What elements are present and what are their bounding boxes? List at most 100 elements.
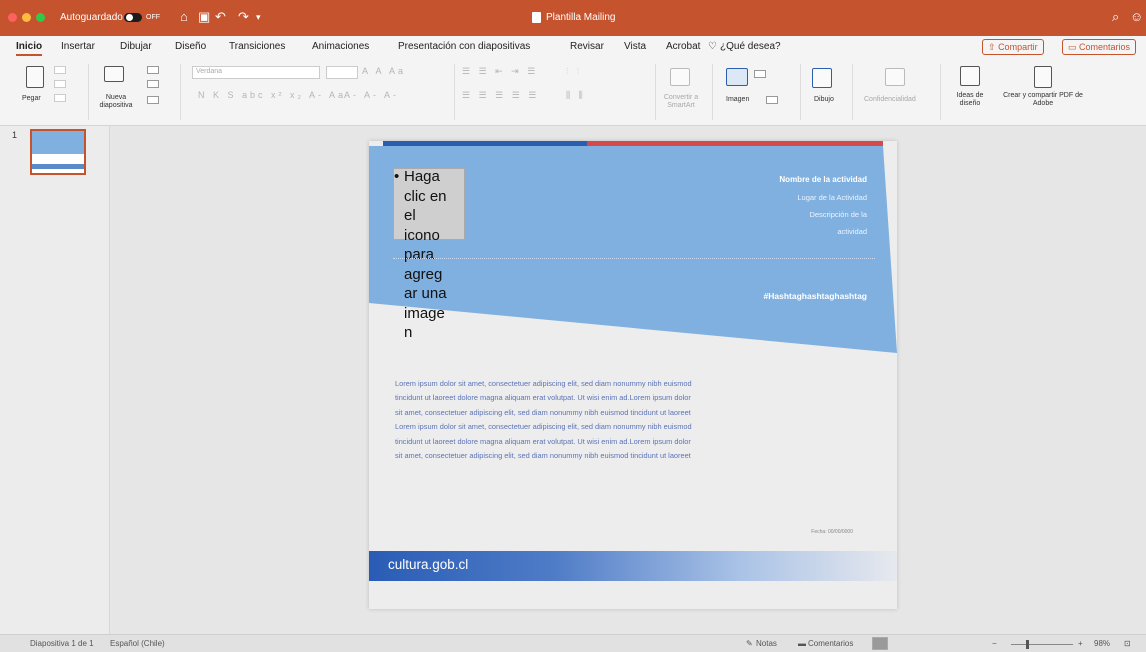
share-button[interactable]: ⇧ Compartir [982, 39, 1044, 55]
divider [655, 64, 656, 120]
placeholder-line: para [404, 246, 435, 263]
tab-revisar[interactable]: Revisar [570, 41, 604, 52]
footer-url[interactable]: cultura.gob.cl [388, 557, 468, 572]
zoom-level[interactable]: 98% [1094, 639, 1110, 648]
tell-me-search[interactable]: ¿Qué desea? [720, 41, 781, 52]
textbox-icon[interactable] [766, 96, 778, 104]
activity-name[interactable]: Nombre de la actividad [779, 175, 867, 184]
zoom-slider-track[interactable] [1011, 644, 1073, 645]
layout-icon[interactable] [147, 66, 159, 74]
activity-description[interactable]: Descripción de la [809, 210, 867, 219]
create-pdf-label[interactable]: Crear y compartir PDF de Adobe [1000, 92, 1086, 108]
divider [88, 64, 89, 120]
tab-dibujar[interactable]: Dibujar [120, 41, 152, 52]
tab-inicio[interactable]: Inicio [16, 41, 43, 56]
zoom-slider-knob[interactable] [1026, 640, 1029, 649]
font-size-field[interactable] [326, 66, 358, 79]
shapes-icon[interactable] [754, 70, 766, 78]
design-ideas-label[interactable]: Ideas de diseño [950, 92, 990, 108]
lightbulb-icon: ♡ [708, 41, 717, 52]
placeholder-line: clic en [404, 187, 447, 205]
draw-label[interactable]: Dibujo [814, 96, 834, 104]
redo-icon[interactable]: ↷ [238, 10, 249, 24]
font-color-icons[interactable]: A- A- A- [344, 90, 399, 100]
tab-animaciones[interactable]: Animaciones [312, 41, 369, 52]
maximize-window-button[interactable] [36, 13, 45, 22]
reset-icon[interactable] [147, 80, 159, 88]
tab-diseno[interactable]: Diseño [175, 41, 206, 52]
title-bar: Autoguardado OFF ⌂ ▣ ↶ ↷ ▾ Plantilla Mai… [0, 0, 1146, 36]
search-icon[interactable]: ⌕ [1112, 10, 1119, 24]
customize-toolbar-icon[interactable]: ▾ [256, 10, 261, 24]
section-icon[interactable] [147, 96, 159, 104]
comments-icon[interactable]: ▬ [798, 639, 806, 648]
fit-to-window-icon[interactable]: ⊡ [1124, 639, 1131, 648]
adobe-pdf-icon[interactable] [1034, 66, 1052, 88]
slide[interactable]: • Haga clic en el icono para agreg ar un… [369, 141, 897, 609]
divider [800, 64, 801, 120]
reading-view-button[interactable] [916, 637, 932, 650]
tab-transiciones[interactable]: Transiciones [229, 41, 285, 52]
hashtag-text[interactable]: #Hashtaghashtaghashtag [764, 291, 867, 301]
copy-icon[interactable] [54, 80, 66, 88]
image-icon[interactable] [726, 68, 748, 86]
confidentiality-label[interactable]: Confidencialidad [864, 96, 916, 104]
thumbnail-number: 1 [12, 130, 18, 140]
tab-presentacion[interactable]: Presentación con diapositivas [398, 41, 530, 52]
normal-view-button[interactable] [872, 637, 888, 650]
columns-icons[interactable]: ⫼ ⫼ [566, 90, 586, 101]
account-icon[interactable]: ☺ [1130, 10, 1143, 24]
save-icon[interactable]: ▣ [198, 10, 210, 24]
autosave-toggle[interactable] [124, 13, 142, 22]
language-indicator[interactable]: Español (Chile) [110, 639, 165, 648]
cut-icon[interactable] [54, 66, 66, 74]
status-bar: Diapositiva 1 de 1 Español (Chile) ✎ Not… [0, 634, 1146, 652]
comments-button[interactable]: ▭ Comentarios [1062, 39, 1137, 55]
new-slide-label[interactable]: Nueva diapositiva [96, 94, 136, 110]
divider [852, 64, 853, 120]
minimize-window-button[interactable] [22, 13, 31, 22]
new-slide-icon[interactable] [104, 66, 124, 82]
autosave-state: OFF [146, 14, 160, 21]
paste-label[interactable]: Pegar [22, 95, 41, 103]
zoom-out-button[interactable]: − [992, 639, 997, 648]
tab-insertar[interactable]: Insertar [61, 41, 95, 52]
slide-thumbnail[interactable] [30, 129, 86, 175]
body-text[interactable]: Lorem ipsum dolor sit amet, consectetuer… [395, 377, 863, 463]
top-stripe-red [587, 141, 883, 146]
activity-place[interactable]: Lugar de la Actividad [797, 193, 867, 202]
date-text[interactable]: Fecha: 00/00/0000 [811, 529, 853, 535]
placeholder-bullet: • [394, 168, 400, 185]
convert-smartart-label[interactable]: Convertir a SmartArt [656, 94, 706, 110]
paste-icon[interactable] [26, 66, 44, 88]
list-icons[interactable]: ☰ ☰ ⇤ ⇥ ☰ [462, 66, 538, 77]
image-placeholder-text[interactable]: • Haga clic en el icono para agreg ar un… [394, 167, 475, 343]
design-ideas-icon[interactable] [960, 66, 980, 86]
zoom-in-button[interactable]: + [1078, 639, 1083, 648]
text-format-icons[interactable]: N K S abc x² x₂ A- Aa [198, 90, 346, 100]
tab-acrobat[interactable]: Acrobat [666, 41, 700, 52]
home-icon[interactable]: ⌂ [180, 10, 188, 24]
notes-button[interactable]: Notas [756, 639, 777, 648]
close-window-button[interactable] [8, 13, 17, 22]
format-painter-icon[interactable] [54, 94, 66, 102]
body-text-line: tincidunt ut laoreet dolore magna aliqua… [395, 436, 691, 446]
thumbnail-footer [32, 164, 84, 169]
body-text-line: sit amet, consectetuer adipiscing elit, … [395, 451, 691, 461]
notes-icon[interactable]: ✎ [746, 639, 753, 648]
font-name-field[interactable]: Verdana [192, 66, 320, 79]
undo-icon[interactable]: ↶ [215, 10, 226, 24]
font-grow-shrink-icons[interactable]: A A Aa [362, 66, 406, 76]
text-direction-icons[interactable]: ⫶ ⫶ [566, 66, 582, 77]
smartart-icon[interactable] [670, 68, 690, 86]
alignment-icons[interactable]: ☰ ☰ ☰ ☰ ☰ [462, 90, 539, 101]
share-icon: ⇧ [988, 42, 996, 52]
slide-sorter-button[interactable] [892, 637, 908, 650]
comments-status-button[interactable]: Comentarios [808, 639, 853, 648]
activity-description-cont[interactable]: actividad [837, 227, 867, 236]
tab-vista[interactable]: Vista [624, 41, 646, 52]
confidentiality-icon[interactable] [885, 68, 905, 86]
draw-icon[interactable] [812, 68, 832, 88]
image-label[interactable]: Imagen [726, 96, 749, 104]
divider [180, 64, 181, 120]
